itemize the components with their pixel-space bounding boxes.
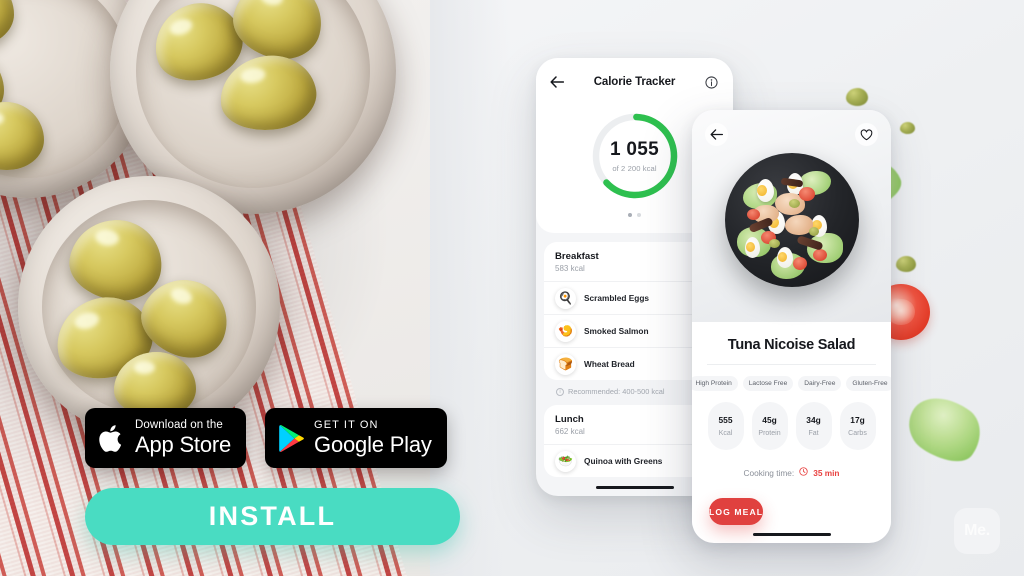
cooking-time-label: Cooking time: — [743, 467, 795, 478]
app-store-badge[interactable]: Download on the App Store — [85, 408, 247, 468]
info-icon: i — [556, 387, 564, 396]
screenshot-stage: Calorie Tracker 1 055 of 2 200 kcal Brea… — [0, 0, 1024, 576]
macro-protein: 45g Protein — [751, 402, 788, 450]
arrow-left-icon[interactable] — [705, 123, 728, 146]
diet-tag[interactable]: Dairy-Free — [798, 376, 842, 391]
scrambled-eggs-icon: 🍳 — [555, 287, 576, 309]
page-title: Calorie Tracker — [593, 76, 676, 88]
olive-bowl — [18, 176, 280, 438]
macro-value: 45g — [762, 415, 777, 425]
phone-meal-detail: Tuna Nicoise Salad High Protein Lactose … — [692, 110, 891, 543]
macro-label: Carbs — [848, 430, 867, 437]
clock-icon — [799, 467, 808, 478]
macro-value: 34g — [806, 415, 821, 425]
cooking-time-value: 35 min — [813, 467, 840, 478]
tracker-header: Calorie Tracker — [536, 58, 733, 106]
meal-kcal: 583 kcal — [555, 264, 585, 273]
meal-photo — [692, 110, 891, 322]
meal-item-name: Wheat Bread — [584, 359, 635, 369]
diet-tag-list: High Protein Lactose Free Dairy-Free Glu… — [692, 376, 891, 391]
home-indicator — [595, 486, 674, 489]
macro-label: Kcal — [718, 430, 733, 437]
macro-value: 17g — [850, 415, 865, 425]
meal-detail-title: Tuna Nicoise Salad — [727, 337, 856, 353]
diet-tag[interactable]: Gluten-Free — [846, 376, 891, 391]
app-store-badge-small: Download on the — [135, 418, 223, 431]
watermark-logo: Me. — [954, 508, 1000, 554]
macro-fat: 34g Fat — [795, 402, 832, 450]
quinoa-bowl-icon: 🥗 — [555, 450, 576, 472]
macro-value: 555 — [718, 415, 733, 425]
cooking-time-row: Cooking time: 35 min — [705, 467, 878, 478]
google-play-badge-label: Google Play — [314, 432, 432, 457]
log-meal-button[interactable]: LOG MEAL — [709, 498, 764, 525]
salad-plate — [724, 153, 859, 287]
info-icon[interactable] — [704, 74, 720, 90]
macro-list: 555 Kcal 45g Protein 34g Fat 17g Carbs — [705, 402, 878, 450]
calorie-value: 1 055 — [609, 139, 660, 160]
diet-tag[interactable]: High Protein — [692, 376, 738, 391]
divider — [707, 364, 876, 365]
calorie-progress-ring: 1 055 of 2 200 kcal — [589, 110, 681, 202]
recommended-hint-text: Recommended: 400-500 kcal — [568, 387, 665, 396]
meal-item-name: Scrambled Eggs — [584, 293, 650, 303]
calorie-goal: of 2 200 kcal — [612, 164, 657, 173]
meal-kcal: 662 kcal — [555, 427, 585, 436]
heart-icon[interactable] — [855, 123, 878, 146]
google-play-icon — [278, 424, 305, 453]
carousel-dots[interactable] — [628, 213, 641, 217]
meal-item-name: Smoked Salmon — [584, 326, 649, 336]
meal-title: Lunch — [555, 414, 584, 425]
wheat-bread-icon: 🍞 — [555, 353, 576, 375]
diet-tag[interactable]: Lactose Free — [742, 376, 794, 391]
home-indicator — [752, 533, 831, 536]
meal-item-name: Quinoa with Greens — [584, 456, 663, 466]
google-play-badge[interactable]: GET IT ON Google Play — [265, 408, 447, 468]
app-store-badge-label: App Store — [135, 432, 232, 458]
google-play-badge-small: GET IT ON — [314, 419, 379, 431]
macro-label: Fat — [808, 430, 819, 437]
smoked-salmon-icon: 🍤 — [555, 320, 576, 342]
arrow-left-icon[interactable] — [549, 74, 565, 90]
store-badges: Download on the App Store GET IT ON Goog… — [85, 408, 447, 468]
meal-title: Breakfast — [555, 251, 599, 262]
macro-kcal: 555 Kcal — [707, 402, 744, 450]
macro-label: Protein — [758, 430, 781, 437]
apple-icon — [98, 422, 126, 455]
meal-detail-body: Tuna Nicoise Salad High Protein Lactose … — [692, 322, 891, 525]
macro-carbs: 17g Carbs — [839, 402, 876, 450]
carousel-dot[interactable] — [637, 213, 641, 217]
install-button[interactable]: INSTALL — [85, 488, 460, 545]
carousel-dot[interactable] — [628, 213, 632, 217]
